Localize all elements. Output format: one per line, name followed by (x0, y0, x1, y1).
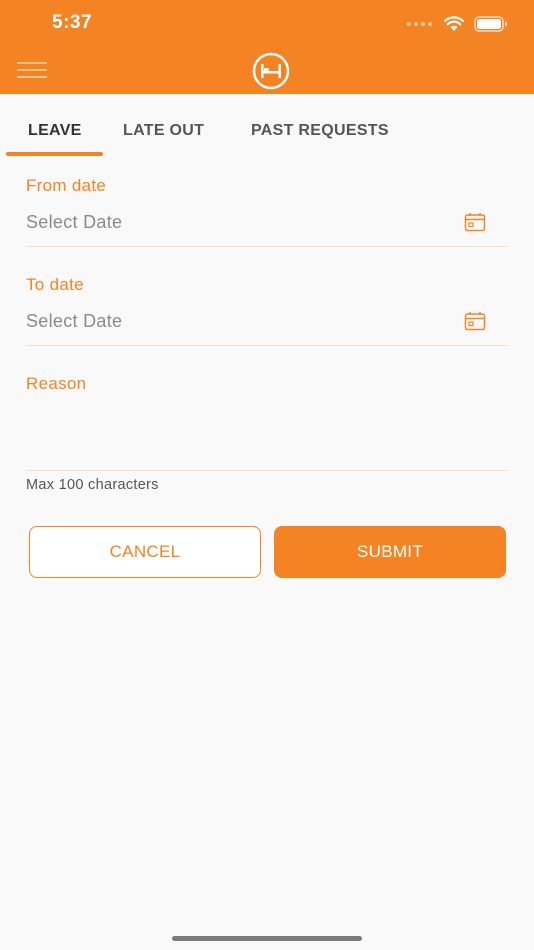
to-date-field[interactable]: Select Date (26, 309, 508, 346)
to-date-label: To date (26, 275, 84, 294)
tab-bar: LEAVE LATE OUT PAST REQUESTS (0, 94, 534, 156)
reason-hint: Max 100 characters (26, 477, 159, 493)
calendar-icon[interactable] (464, 212, 486, 232)
status-icons (407, 14, 508, 34)
home-indicator[interactable] (172, 936, 362, 941)
submit-button[interactable]: SUBMIT (274, 526, 506, 578)
cancel-button[interactable]: CANCEL (29, 526, 261, 578)
from-date-placeholder: Select Date (26, 212, 123, 232)
tab-leave[interactable]: LEAVE (28, 122, 82, 140)
from-date-field[interactable]: Select Date (26, 210, 508, 247)
tab-past-requests[interactable]: PAST REQUESTS (251, 122, 389, 140)
to-date-placeholder: Select Date (26, 311, 123, 331)
calendar-icon[interactable] (464, 311, 486, 331)
reason-input[interactable] (26, 400, 508, 471)
hamburger-menu-icon[interactable] (17, 62, 47, 80)
wifi-icon (444, 16, 464, 31)
status-time: 5:37 (52, 12, 93, 33)
reason-label: Reason (26, 374, 87, 393)
app-header: 5:37 (0, 0, 534, 94)
battery-icon (474, 16, 507, 32)
tab-late-out[interactable]: LATE OUT (123, 122, 204, 140)
from-date-label: From date (26, 176, 107, 195)
signal-icon (407, 22, 432, 26)
active-tab-indicator (6, 152, 103, 156)
bed-logo-icon (252, 52, 290, 90)
